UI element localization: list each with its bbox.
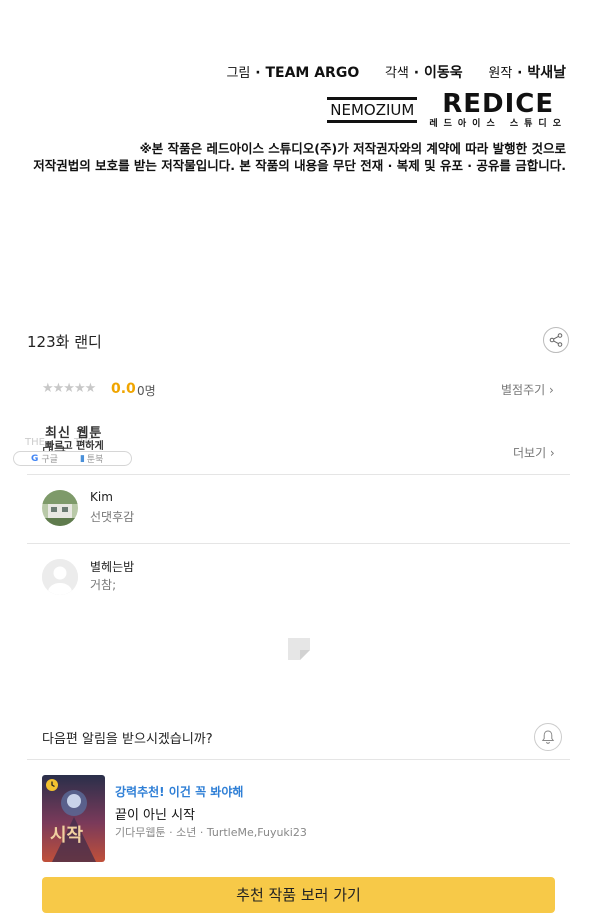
share-button[interactable] (543, 327, 569, 353)
copyright-notice-line2: 저작권법의 보호를 받는 저작물입니다. 본 작품의 내용을 무단 전재 · 복… (33, 158, 566, 173)
divider (27, 759, 570, 760)
recommend-cta-button[interactable]: 추천 작품 보러 가기 (42, 877, 555, 913)
art-label: 그림 (226, 66, 251, 81)
rating-stars: ★★★★★ (42, 381, 96, 396)
avatar (42, 490, 78, 526)
original-value: · 박새날 (517, 65, 566, 81)
adapt-label: 각색 (384, 66, 409, 81)
thumbnail-title-text: 시작 (50, 825, 84, 846)
recommend-thumbnail[interactable]: 시작 (42, 775, 105, 862)
publisher-logos: NEMOZIUM REDICE 레드아이스 스튜디오 (327, 88, 567, 129)
episode-title: 123화 랜디 (27, 333, 102, 351)
overlay-faint-text: THE (25, 437, 45, 448)
latest-webtoon-subtitle: 빠르고 편하게 (45, 441, 104, 452)
comment-text: 거참; (90, 578, 117, 592)
nemozium-logo: NEMOZIUM (327, 97, 418, 123)
image-placeholder-icon (288, 638, 310, 660)
divider (27, 543, 570, 544)
avatar (42, 559, 78, 595)
google-label: 구글 (41, 455, 58, 465)
original-label: 원작 (488, 66, 513, 81)
recommend-meta: 기다무웹툰 · 소년 · TurtleMe,Fuyuki23 (115, 826, 307, 839)
share-icon (549, 333, 563, 347)
recommend-tag: 강력추천! 이건 꼭 봐야해 (115, 785, 244, 799)
comments-more-link[interactable]: 더보기 › (513, 444, 555, 461)
recommend-title[interactable]: 끝이 아닌 시작 (115, 804, 195, 823)
comment-author: Kim (90, 490, 113, 504)
app-links-bar[interactable]: G 구글 ▮ 툰북 (13, 451, 132, 466)
toonbook-label: 툰북 (86, 455, 104, 465)
next-episode-notify-text: 다음편 알림을 받으시겠습니까? (42, 732, 213, 747)
rating-count: 0명 (137, 384, 156, 398)
bell-icon (541, 730, 555, 744)
comment-author: 별헤는밤 (90, 560, 135, 574)
redice-logo: REDICE 레드아이스 스튜디오 (429, 88, 567, 129)
adapt-value: · 이동욱 (413, 65, 463, 81)
credits-line: 그림 · TEAM ARGO 각색 · 이동욱 원작 · 박새날 (226, 62, 566, 82)
rate-button[interactable]: 별점주기 › (501, 381, 554, 398)
notify-bell-button[interactable] (534, 723, 562, 751)
divider (27, 474, 570, 475)
book-icon: ▮ (79, 453, 85, 464)
art-value: · TEAM ARGO (255, 65, 360, 81)
google-icon: G (31, 453, 39, 464)
comment-text: 선댓후감 (90, 510, 135, 524)
rating-score: 0.0 (111, 381, 136, 397)
